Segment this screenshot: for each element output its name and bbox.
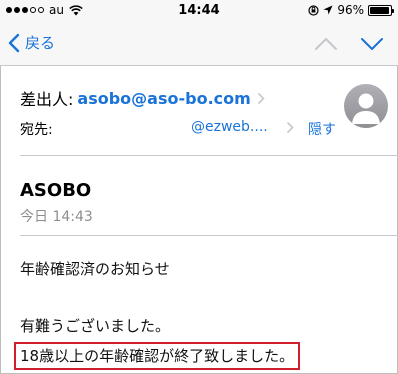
to-label: 宛先:	[20, 122, 53, 138]
chevron-left-icon	[8, 33, 20, 52]
subject-divider	[20, 235, 398, 236]
back-button[interactable]: 戻る	[8, 32, 55, 53]
chevron-up-icon[interactable]	[314, 36, 338, 52]
nav-bar: 戻る	[0, 22, 398, 66]
chevron-right-icon	[286, 121, 294, 134]
from-label: 差出人:	[20, 90, 74, 109]
message-subject: ASOBO	[20, 180, 92, 201]
battery-percent: 96%	[337, 3, 364, 17]
chevron-right-icon	[257, 92, 265, 104]
header-divider	[20, 155, 398, 156]
from-address[interactable]: asobo@aso-bo.com	[77, 89, 250, 108]
body-line: 年齢確認済のお知らせ	[20, 260, 170, 278]
body-line: 有難うございました。	[20, 317, 171, 335]
battery-fill	[370, 6, 390, 14]
status-bar: au 14:44 96%	[0, 0, 398, 22]
back-label: 戻る	[25, 34, 56, 52]
sender-avatar[interactable]	[344, 84, 388, 128]
status-right: 96%	[308, 3, 394, 17]
highlighted-body-line: 18歳以上の年齢確認が終了致しました。	[14, 342, 301, 370]
person-silhouette-icon	[352, 93, 380, 124]
rotation-lock-icon	[308, 4, 319, 16]
from-row: 差出人: asobo@aso-bo.com	[20, 86, 265, 110]
chevron-down-icon[interactable]	[360, 36, 384, 52]
hide-details-button[interactable]: 隠す	[308, 119, 336, 139]
location-arrow-icon	[323, 5, 333, 15]
message-date: 今日 14:43	[20, 209, 93, 225]
battery-icon	[368, 4, 394, 16]
to-address[interactable]: @ezweb....	[191, 119, 268, 135]
